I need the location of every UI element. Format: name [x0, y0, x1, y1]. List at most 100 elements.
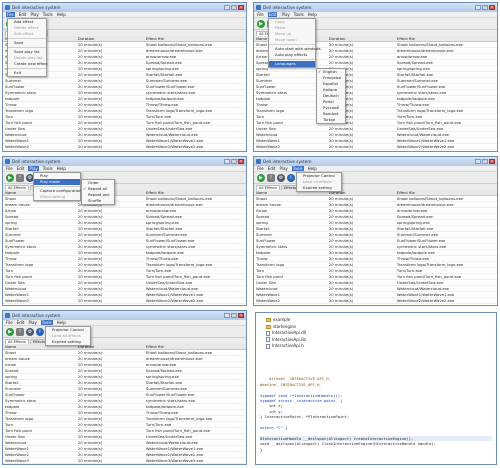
menu-item-exit[interactable]: Exit — [8, 70, 46, 76]
menu-tools[interactable]: Tools — [294, 12, 304, 17]
warning-icon[interactable]: ! — [267, 173, 275, 182]
menu-file[interactable]: File — [257, 166, 264, 171]
menu-help[interactable]: Help — [57, 166, 66, 171]
settings-icon[interactable]: ⚙ — [26, 327, 34, 336]
table-cell: 20 minute(s) — [77, 132, 103, 137]
play-icon[interactable]: ▶ — [6, 173, 14, 182]
table-row[interactable]: WaterWave420 minute(s)WaterWave4/WaterWa… — [3, 464, 246, 465]
settings-icon[interactable]: ⚙ — [277, 173, 285, 182]
menu-item-expired-setting[interactable]: Expired setting — [297, 185, 341, 191]
close-button[interactable]: ✕ — [489, 5, 495, 10]
close-button[interactable]: ✕ — [238, 313, 244, 318]
file-icon — [266, 343, 270, 349]
menu-help[interactable]: Help — [57, 320, 66, 325]
close-button[interactable]: ✕ — [238, 159, 244, 164]
explorer-item[interactable]: InteractiveApi.h — [266, 343, 496, 350]
play-mode-shuffle[interactable]: Shuffle — [82, 198, 114, 204]
lang-item[interactable]: Türkçe — [317, 117, 345, 123]
play-icon[interactable]: ▶ — [257, 173, 265, 182]
column-header[interactable]: Effect file — [395, 36, 497, 41]
minimize-button[interactable]: – — [224, 5, 230, 10]
table-cell: 20 minute(s) — [77, 386, 103, 391]
maximize-button[interactable]: □ — [231, 159, 237, 164]
menu-file[interactable]: File — [6, 320, 13, 325]
table-row[interactable]: WaterWave320 minute(s)WaterWave3/WaterWa… — [3, 304, 246, 305]
menu-help[interactable]: Help — [57, 12, 66, 17]
column-header[interactable]: Effect file — [395, 190, 497, 195]
menu-edit[interactable]: Edit — [17, 320, 25, 325]
menu-item-move-down[interactable]: Move down — [269, 37, 315, 43]
minimize-button[interactable]: – — [224, 159, 230, 164]
column-header[interactable]: Effect file — [144, 344, 246, 349]
table-cell: Throw/Throw.exe — [396, 256, 430, 261]
table-cell: 20 minute(s) — [328, 286, 354, 291]
menu-item-create-new-effect[interactable]: Create new effect — [8, 61, 48, 67]
close-button[interactable]: ✕ — [489, 159, 495, 164]
menu-play[interactable]: Play — [281, 12, 289, 17]
menu-play[interactable]: Play — [28, 166, 39, 171]
menu-edit[interactable]: Edit — [267, 12, 278, 17]
code-editor[interactable]: #ifndef _INTERACTIVE_API_H_ #define _INT… — [260, 371, 492, 458]
menu-tools[interactable]: Tools — [43, 12, 53, 17]
menu-file[interactable]: File — [257, 12, 264, 17]
maximize-button[interactable]: □ — [231, 313, 237, 318]
minimize-button[interactable]: – — [475, 5, 481, 10]
table-cell: UnderSea/UnderSea.exe — [145, 434, 193, 439]
maximize-button[interactable]: □ — [231, 5, 237, 10]
lang-item[interactable]: English — [317, 69, 345, 75]
table-cell: 20 minute(s) — [328, 226, 354, 231]
table-cell: 20 minute(s) — [327, 304, 395, 305]
minimize-button[interactable]: – — [475, 159, 481, 164]
menu-file[interactable]: File — [6, 12, 15, 17]
column-header[interactable]: Duration — [76, 36, 144, 41]
menu-play[interactable]: Play — [28, 320, 36, 325]
play-mode-repeat-all[interactable]: Repeat all — [82, 186, 114, 192]
maximize-button[interactable]: □ — [482, 159, 488, 164]
table-cell: Turn fish pond — [5, 120, 32, 125]
info-icon[interactable]: i — [36, 327, 44, 336]
menu-help[interactable]: Help — [308, 12, 317, 17]
minimize-button[interactable]: – — [224, 313, 230, 318]
menu-play[interactable]: Play — [279, 166, 287, 171]
menu-file[interactable]: File — [6, 166, 13, 171]
table-cell: 20 minute(s) — [77, 298, 103, 303]
table-cell: 20 minute(s) — [77, 362, 103, 367]
menu-play[interactable]: Play — [30, 12, 38, 17]
column-header[interactable]: Effect file — [144, 36, 246, 41]
menu-help[interactable]: Help — [308, 166, 317, 171]
menu-edit[interactable]: Edit — [17, 166, 25, 171]
window-title: Dell interactive system — [12, 159, 61, 164]
table-cell: 20 minute(s) — [77, 48, 103, 53]
table-row[interactable]: WaterWave320 minute(s)WaterWave3/WaterWa… — [254, 304, 497, 305]
warning-icon[interactable]: ! — [16, 327, 24, 336]
menu-tools[interactable]: Tools — [291, 166, 304, 171]
menu-item-play-mode[interactable]: Play mode — [34, 179, 80, 185]
menu-edit[interactable]: Edit — [268, 166, 276, 171]
play-icon[interactable]: ▶ — [6, 327, 14, 336]
effects-table: NameDurationEffect fileShoot20 minute(s)… — [3, 344, 246, 465]
table-cell: Spread/Spread.exe — [145, 214, 182, 219]
menu-tools[interactable]: Tools — [40, 320, 53, 325]
column-header[interactable]: Duration — [327, 36, 395, 41]
table-row[interactable]: WaterWave320 minute(s)WaterWave3/WaterWa… — [254, 150, 497, 151]
menu-item-edit-effect[interactable]: Edit effect — [8, 31, 46, 37]
menu-edit[interactable]: Edit — [19, 12, 27, 17]
maximize-button[interactable]: □ — [482, 5, 488, 10]
warning-icon[interactable]: ! — [16, 173, 24, 182]
menu-item-auto-play[interactable]: Auto play effects — [269, 52, 315, 58]
table-row[interactable]: WaterWave320 minute(s)WaterWave3/WaterWa… — [3, 150, 246, 151]
menu-item-expired-setting[interactable]: Expired setting — [46, 339, 90, 345]
menu-tools[interactable]: Tools — [43, 166, 53, 171]
table-cell: SunFlower/SunFlower.exe — [396, 238, 446, 243]
table-cell: Watercloud/Watercloud.exe — [396, 132, 449, 137]
table-cell: Throw/Throw.exe — [145, 410, 179, 415]
menu-item-save[interactable]: Save — [8, 40, 46, 46]
table-cell: WaterWave2 — [5, 452, 30, 457]
menu-item-languages[interactable]: Languages — [269, 61, 315, 67]
column-header[interactable]: Effect file — [144, 190, 246, 195]
table-cell: 20 minute(s) — [77, 42, 103, 47]
info-icon[interactable]: i — [287, 173, 295, 182]
close-button[interactable]: ✕ — [238, 5, 244, 10]
menu-item-effect-setting[interactable]: Effect setting — [34, 194, 80, 200]
play-icon[interactable]: ▶ — [257, 19, 265, 28]
